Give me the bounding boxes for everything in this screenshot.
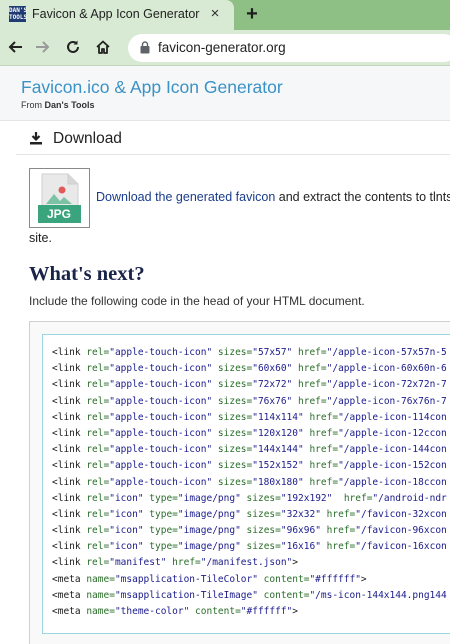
site-header: Favicon.ico & App Icon Generator From Da… [0, 66, 450, 121]
lock-icon [140, 41, 150, 54]
code-line: <link rel="icon" type="image/png" sizes=… [52, 525, 447, 537]
download-icon [30, 132, 42, 145]
jpg-label: JPG [47, 207, 72, 221]
tab-strip: DAN'S TOOLS Favicon & App Icon Generator… [0, 0, 450, 30]
code-line: <meta name="msapplication-TileColor" con… [52, 573, 367, 585]
code-line: <link rel="apple-touch-icon" sizes="76x7… [52, 395, 447, 407]
code-line: <link rel="manifest" href="/manifest.jso… [52, 557, 299, 569]
code-line: <meta name="msapplication-TileImage" con… [52, 589, 447, 601]
download-description-wrap: site. [29, 231, 52, 245]
instructions-text: Include the following code in the head o… [29, 294, 365, 308]
download-favicon-link[interactable]: Download the generated favicon [96, 190, 275, 204]
close-tab-icon[interactable]: × [206, 5, 224, 23]
download-heading: Download [53, 130, 122, 147]
code-line: <link rel="apple-touch-icon" sizes="152x… [52, 460, 447, 472]
favicon-icon: DAN'S TOOLS [9, 6, 28, 22]
forward-button[interactable] [30, 34, 56, 60]
download-card-header: Download [16, 125, 450, 155]
code-line: <link rel="icon" type="image/png" sizes=… [52, 541, 447, 553]
new-tab-button[interactable]: + [240, 3, 264, 27]
address-bar[interactable]: favicon-generator.org [128, 34, 450, 62]
code-line: <link rel="apple-touch-icon" sizes="114x… [52, 411, 447, 423]
download-description: Download the generated favicon and extra… [96, 190, 450, 204]
reload-button[interactable] [60, 34, 86, 60]
home-icon [96, 40, 110, 54]
code-line: <link rel="apple-touch-icon" sizes="144x… [52, 444, 447, 456]
code-panel: <link rel="apple-touch-icon" sizes="57x5… [29, 321, 450, 644]
code-block: <link rel="apple-touch-icon" sizes="57x5… [52, 345, 447, 620]
arrow-left-icon [8, 41, 22, 53]
jpg-file-icon[interactable]: JPG [29, 168, 90, 228]
code-line: <link rel="apple-touch-icon" sizes="180x… [52, 476, 447, 488]
code-line: <link rel="apple-touch-icon" sizes="72x7… [52, 379, 447, 391]
tab-title: Favicon & App Icon Generator [32, 7, 200, 21]
code-line: <link rel="apple-touch-icon" sizes="57x5… [52, 347, 447, 358]
browser-tab[interactable]: DAN'S TOOLS Favicon & App Icon Generator… [0, 0, 234, 30]
code-line: <link rel="icon" type="image/png" sizes=… [52, 508, 447, 520]
whats-next-heading: What's next? [29, 263, 145, 285]
arrow-right-icon [36, 41, 50, 53]
code-line: <link rel="icon" type="image/png" sizes=… [52, 492, 447, 504]
browser-toolbar: favicon-generator.org [0, 30, 450, 66]
code-line: <meta name="theme-color" content="#fffff… [52, 606, 299, 617]
site-byline: From Dan's Tools [21, 100, 95, 110]
site-title[interactable]: Favicon.ico & App Icon Generator [21, 77, 283, 98]
code-line: <link rel="apple-touch-icon" sizes="60x6… [52, 363, 447, 375]
url-text: favicon-generator.org [158, 40, 286, 55]
byline-link[interactable]: Dan's Tools [45, 100, 95, 110]
home-button[interactable] [90, 34, 116, 60]
code-line: <link rel="apple-touch-icon" sizes="120x… [52, 427, 447, 439]
back-button[interactable] [2, 34, 28, 60]
code-textarea[interactable]: <link rel="apple-touch-icon" sizes="57x5… [42, 334, 450, 634]
reload-icon [67, 40, 79, 53]
